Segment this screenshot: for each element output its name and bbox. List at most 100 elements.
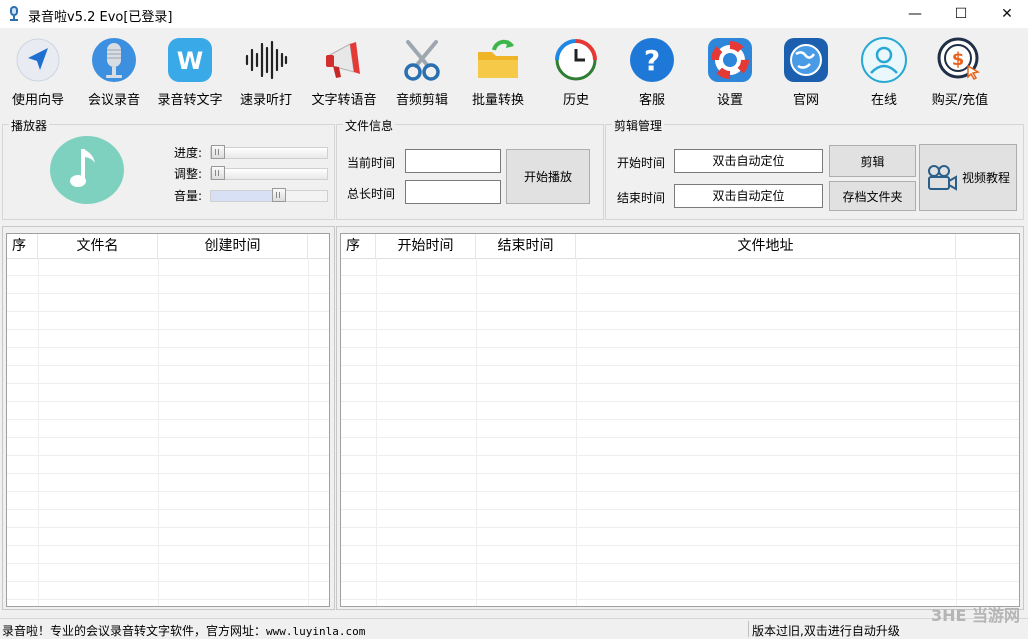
volume-slider-thumb[interactable] xyxy=(272,188,286,202)
tool-batch-convert-label: 批量转换 xyxy=(471,93,524,108)
volume-slider[interactable] xyxy=(210,188,328,202)
tool-dictation-button[interactable]: 速录听打 xyxy=(228,32,304,108)
clip-list-panel: 序 开始时间 结束时间 文件地址 xyxy=(336,226,1024,610)
tool-settings-button[interactable]: 设置 xyxy=(692,32,768,108)
watermark: 3HE 当游网 xyxy=(930,606,1020,625)
status-bar: 录音啦！专业的会议录音转文字软件，官方网址：www.luyinla.com 版本… xyxy=(0,618,1028,639)
tool-audio-edit-button[interactable]: 音频剪辑 xyxy=(384,32,460,108)
close-button[interactable]: ✕ xyxy=(984,0,1028,28)
tool-text-to-speech-label: 文字转语音 xyxy=(311,93,377,108)
tool-purchase-label: 购买/充值 xyxy=(931,93,989,108)
file-info-group-title: 文件信息 xyxy=(343,117,396,134)
scissors-icon xyxy=(404,40,440,81)
tool-support-label: 客服 xyxy=(638,93,665,108)
tool-online-label: 在线 xyxy=(870,93,897,108)
tool-history-label: 历史 xyxy=(562,93,589,108)
video-tutorial-button[interactable]: 视频教程 xyxy=(919,144,1017,211)
progress-label: 进度: xyxy=(174,146,203,160)
clip-col-start[interactable]: 开始时间 xyxy=(376,234,476,258)
tool-speech-to-text-button[interactable]: W 录音转文字 xyxy=(152,32,228,108)
microphone-icon xyxy=(92,38,136,82)
clip-table[interactable]: 序 开始时间 结束时间 文件地址 xyxy=(340,233,1020,607)
file-list-panel: 序 文件名 创建时间 xyxy=(2,226,335,610)
current-time-field[interactable] xyxy=(405,149,501,173)
progress-slider-thumb[interactable] xyxy=(211,145,225,159)
tool-website-button[interactable]: 官网 xyxy=(768,32,844,108)
folder-refresh-icon xyxy=(478,39,518,78)
tool-speech-to-text-label: 录音转文字 xyxy=(157,93,223,108)
clip-col-index[interactable]: 序 xyxy=(341,234,376,258)
clip-table-header: 序 开始时间 结束时间 文件地址 xyxy=(341,234,1019,259)
maximize-button[interactable]: ☐ xyxy=(938,0,984,28)
end-time-field[interactable]: 双击自动定位 xyxy=(674,184,823,208)
tool-purchase-button[interactable]: $ 购买/充值 xyxy=(922,32,998,108)
main-toolbar: 使用向导 会议录音 W 录音转文字 速录听打 文字转语音 音频剪辑 批量转换 历… xyxy=(0,28,1028,108)
file-col-index[interactable]: 序 xyxy=(7,234,38,258)
app-microphone-icon xyxy=(10,6,18,21)
status-website-link[interactable]: www.luyinla.com xyxy=(266,625,365,638)
total-time-field[interactable] xyxy=(405,180,501,204)
clip-col-divider xyxy=(476,258,477,606)
tool-guide-button[interactable]: 使用向导 xyxy=(0,32,76,108)
globe-icon xyxy=(784,38,828,82)
file-table[interactable]: 序 文件名 创建时间 xyxy=(6,233,330,607)
clip-col-divider xyxy=(956,258,957,606)
upgrade-notice[interactable]: 版本过旧,双击进行自动升级 xyxy=(752,622,900,639)
tool-batch-convert-button[interactable]: 批量转换 xyxy=(460,32,536,108)
clock-history-icon xyxy=(555,39,597,81)
tool-settings-label: 设置 xyxy=(716,93,743,108)
file-col-divider xyxy=(38,258,39,606)
tool-support-button[interactable]: ? 客服 xyxy=(614,32,690,108)
volume-label: 音量: xyxy=(174,189,203,203)
progress-slider[interactable] xyxy=(210,145,328,159)
tool-meeting-record-button[interactable]: 会议录音 xyxy=(76,32,152,108)
clip-col-path[interactable]: 文件地址 xyxy=(576,234,956,258)
start-time-field[interactable]: 双击自动定位 xyxy=(674,149,823,173)
tool-text-to-speech-button[interactable]: 文字转语音 xyxy=(306,32,382,108)
archive-folder-button[interactable]: 存档文件夹 xyxy=(829,181,916,211)
adjust-slider[interactable] xyxy=(210,166,328,180)
file-col-created[interactable]: 创建时间 xyxy=(158,234,308,258)
clip-col-end[interactable]: 结束时间 xyxy=(476,234,576,258)
edit-manage-group: 剪辑管理 开始时间 双击自动定位 结束时间 双击自动定位 剪辑 存档文件夹 视频… xyxy=(605,117,1024,220)
music-note-icon xyxy=(50,136,124,204)
tool-history-button[interactable]: 历史 xyxy=(538,32,614,108)
status-separator xyxy=(748,621,749,637)
svg-text:?: ? xyxy=(644,44,660,77)
status-left-text: 录音啦！专业的会议录音转文字软件，官方网址：www.luyinla.com xyxy=(2,622,365,639)
help-icon: ? xyxy=(630,38,674,82)
megaphone-icon xyxy=(326,42,360,78)
video-camera-icon xyxy=(928,164,957,191)
tool-online-button[interactable]: 在线 xyxy=(846,32,922,108)
minimize-button[interactable]: — xyxy=(892,0,938,28)
adjust-slider-thumb[interactable] xyxy=(211,166,225,180)
video-tutorial-label: 视频教程 xyxy=(962,171,1011,185)
svg-text:$: $ xyxy=(952,49,965,70)
tool-meeting-record-label: 会议录音 xyxy=(87,93,140,108)
start-time-label: 开始时间 xyxy=(617,156,666,170)
window-title: 录音啦v5.2 Evo[已登录] xyxy=(28,10,173,25)
tool-audio-edit-label: 音频剪辑 xyxy=(395,93,448,108)
file-table-header: 序 文件名 创建时间 xyxy=(7,234,329,259)
cut-button[interactable]: 剪辑 xyxy=(829,145,916,177)
clip-table-rows xyxy=(341,258,1019,606)
player-group: 播放器 进度: 调整: 音量: xyxy=(2,117,335,220)
tool-website-label: 官网 xyxy=(792,93,819,108)
clip-col-divider xyxy=(576,258,577,606)
file-info-group: 文件信息 当前时间 总长时间 开始播放 xyxy=(336,117,604,220)
current-time-label: 当前时间 xyxy=(347,156,396,170)
clip-col-divider xyxy=(376,258,377,606)
user-icon xyxy=(861,37,907,83)
file-col-divider xyxy=(158,258,159,606)
file-col-divider xyxy=(308,258,309,606)
file-table-rows xyxy=(7,258,329,606)
start-play-button[interactable]: 开始播放 xyxy=(506,149,590,204)
w-logo-icon: W xyxy=(168,38,212,82)
title-bar: 录音啦v5.2 Evo[已登录] — ☐ ✕ xyxy=(0,0,1028,28)
total-time-label: 总长时间 xyxy=(347,187,396,201)
dollar-coin-icon: $ xyxy=(937,37,981,80)
svg-text:W: W xyxy=(177,47,203,75)
player-group-title: 播放器 xyxy=(9,117,50,134)
file-col-name[interactable]: 文件名 xyxy=(38,234,158,258)
status-description: 录音啦！专业的会议录音转文字软件，官方网址： xyxy=(2,624,267,638)
